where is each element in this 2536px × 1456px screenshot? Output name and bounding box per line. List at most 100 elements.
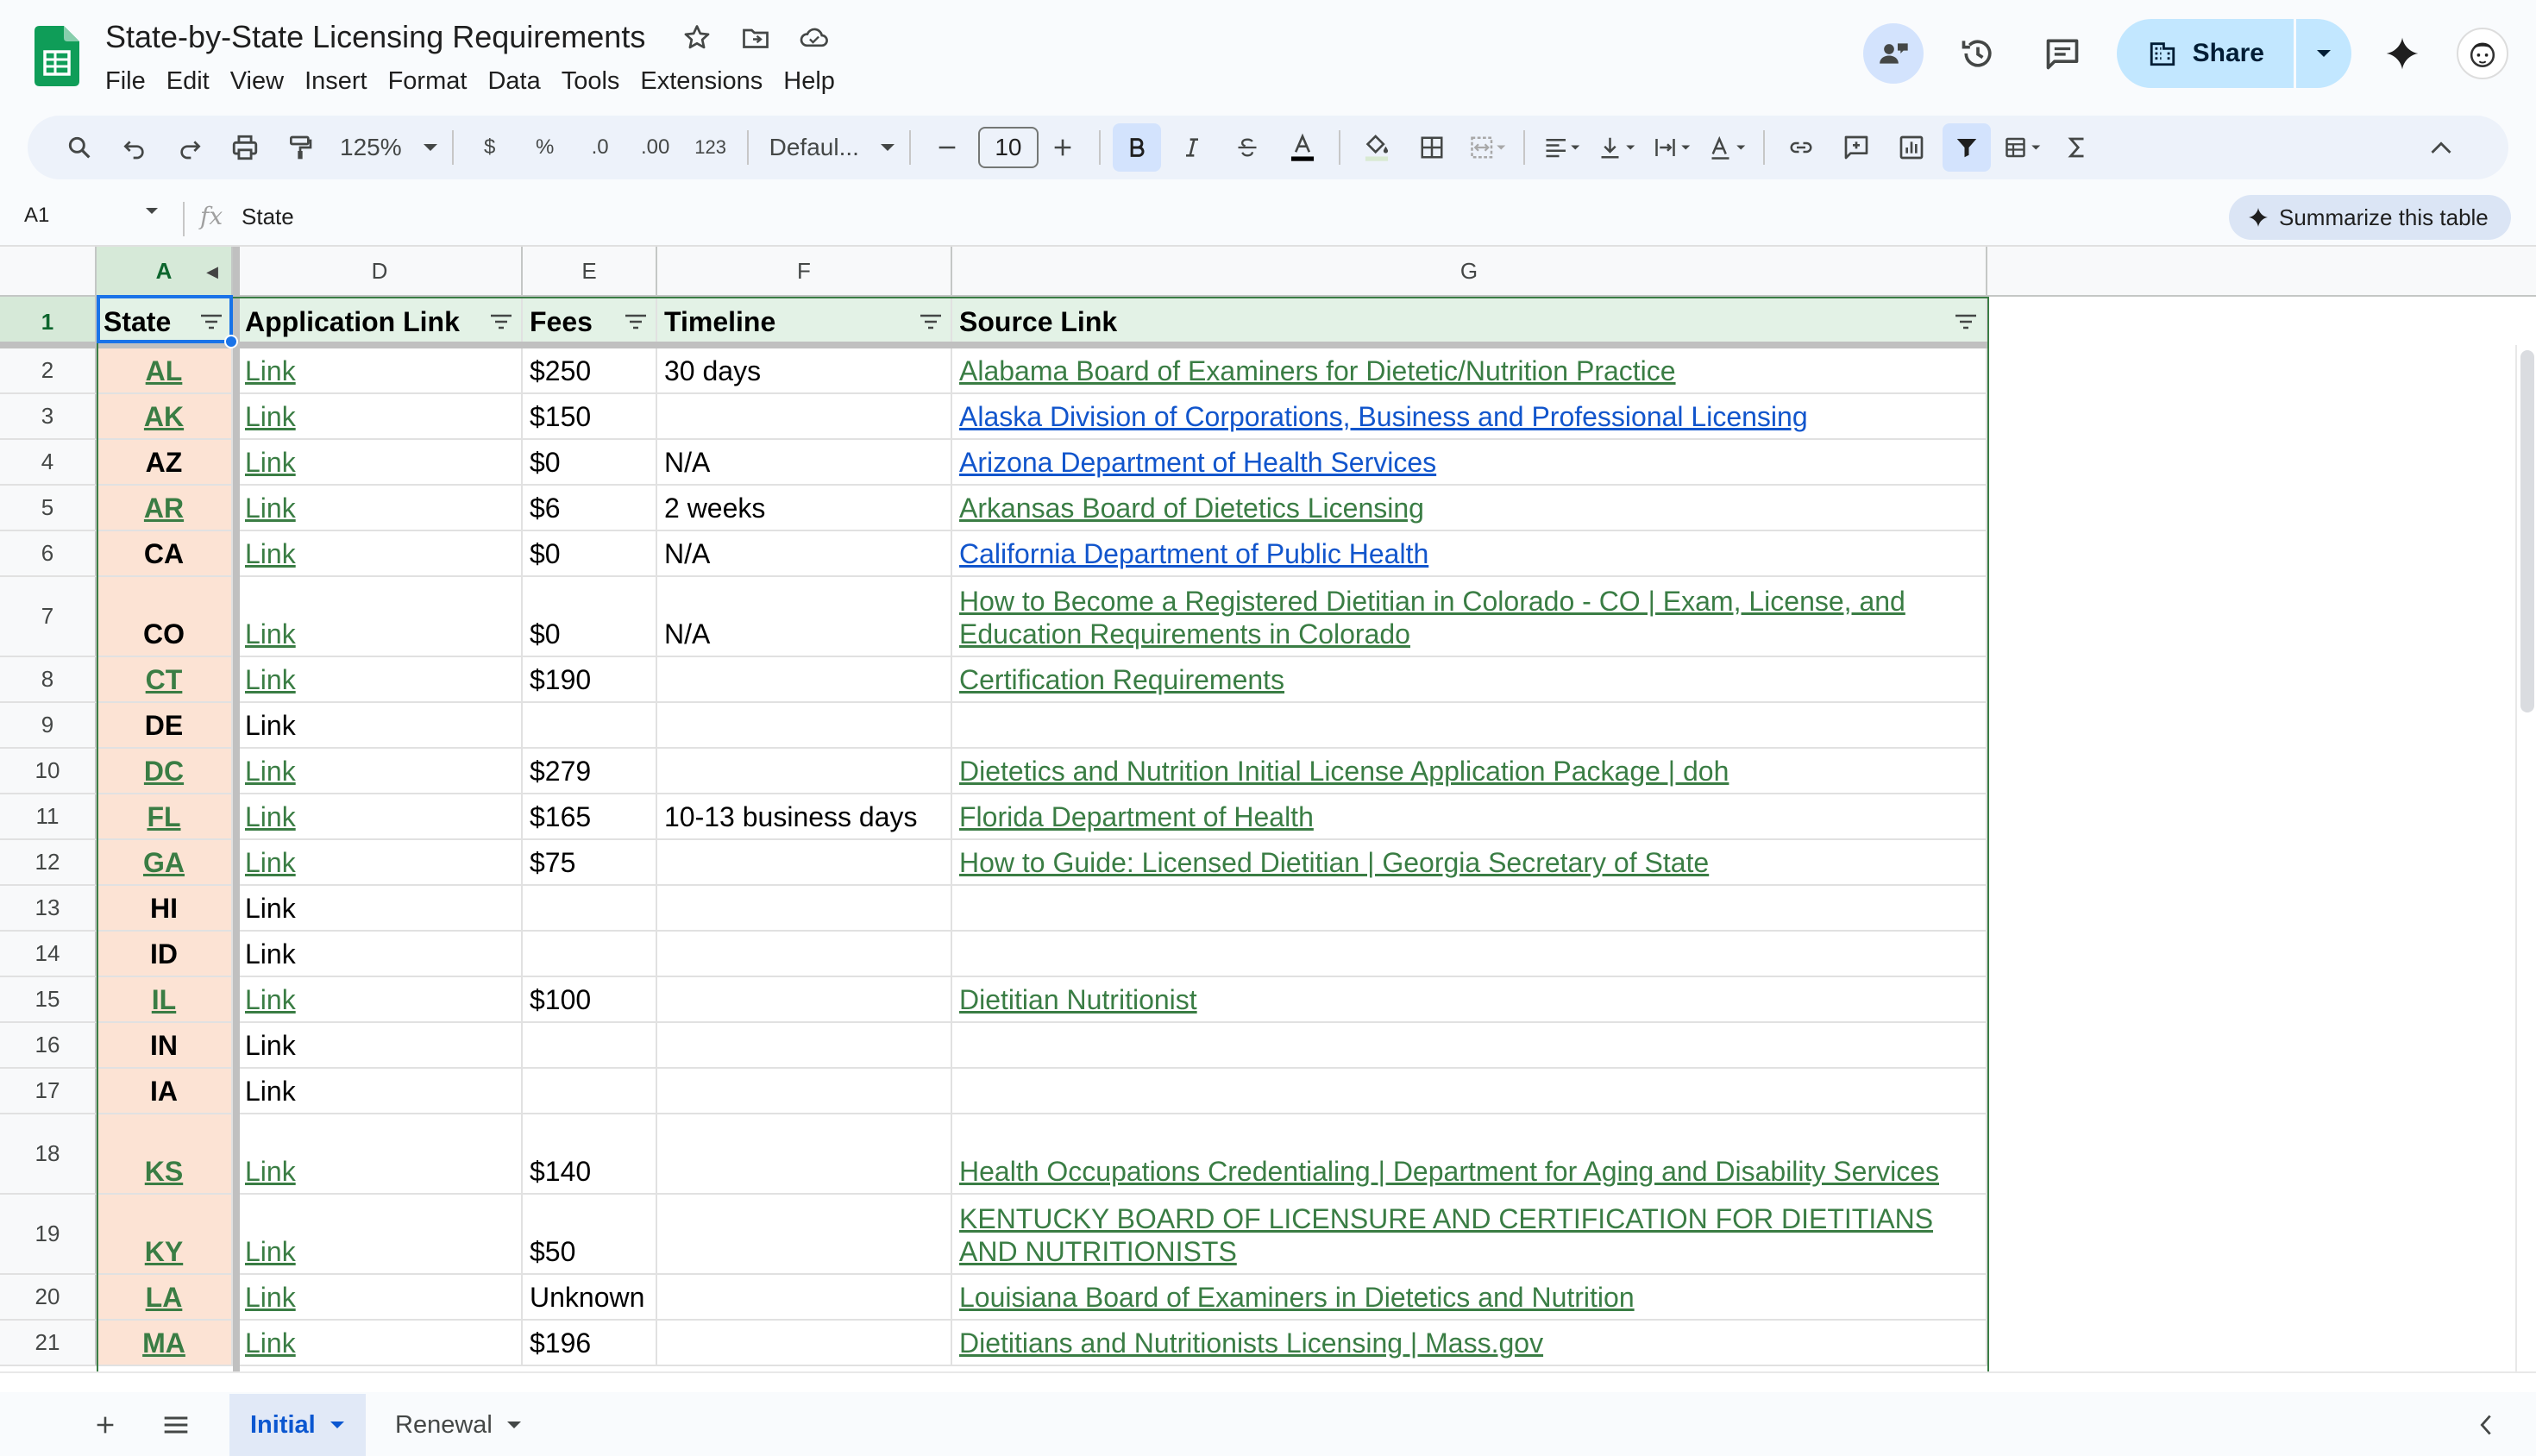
cell-source[interactable]: Alabama Board of Examiners for Dietetic/… (952, 348, 1987, 394)
cell-source[interactable]: Health Occupations Credentialing | Depar… (952, 1114, 1987, 1195)
source-link[interactable]: Louisiana Board of Examiners in Dietetic… (959, 1281, 1635, 1314)
cell-timeline[interactable] (657, 703, 952, 749)
cell-source[interactable] (952, 1023, 1987, 1069)
menu-help[interactable]: Help (773, 64, 845, 98)
fill-color-button[interactable] (1353, 123, 1401, 172)
cell-state[interactable]: MA (97, 1321, 233, 1366)
row-header[interactable]: 10 (0, 749, 97, 794)
cell-fees[interactable] (523, 932, 657, 977)
application-link[interactable]: Link (245, 618, 296, 650)
insert-link-button[interactable] (1777, 123, 1825, 172)
state-link[interactable]: KY (145, 1235, 183, 1268)
state-link[interactable]: IL (152, 983, 176, 1016)
application-link[interactable]: Link (245, 983, 296, 1016)
application-link[interactable]: Link (245, 1235, 296, 1268)
cell-timeline[interactable] (657, 1195, 952, 1275)
cell-app[interactable]: Link (238, 1023, 523, 1069)
spreadsheet-grid[interactable]: A ◀ ▶ D E F G 1StateApplication LinkFees… (0, 245, 2536, 1371)
application-link[interactable]: Link (245, 492, 296, 524)
cell-timeline[interactable] (657, 1069, 952, 1114)
state-link[interactable]: AR (144, 492, 184, 524)
cell-source[interactable]: Dietitian Nutritionist (952, 977, 1987, 1023)
cell-source[interactable]: Louisiana Board of Examiners in Dietetic… (952, 1275, 1987, 1321)
menu-tools[interactable]: Tools (551, 64, 631, 98)
horizontal-align-button[interactable] (1537, 123, 1585, 172)
cell-source[interactable]: Florida Department of Health (952, 794, 1987, 840)
sheets-logo-icon[interactable] (35, 26, 79, 86)
chevron-down-icon[interactable] (330, 1421, 345, 1429)
cell-fees[interactable] (523, 886, 657, 932)
cell-app[interactable]: Link (238, 1114, 523, 1195)
print-button[interactable] (221, 123, 269, 172)
cell-state[interactable]: DE (97, 703, 233, 749)
column-header-d[interactable]: D (238, 247, 523, 297)
cell-fees[interactable]: $140 (523, 1114, 657, 1195)
application-link[interactable]: Link (245, 355, 296, 387)
cell-state[interactable]: KY (97, 1195, 233, 1275)
text-wrapping-button[interactable] (1648, 123, 1696, 172)
cell-state[interactable]: HI (97, 886, 233, 932)
row-header[interactable]: 8 (0, 657, 97, 703)
document-title[interactable]: State-by-State Licensing Requirements (105, 19, 645, 55)
cell-timeline[interactable] (657, 840, 952, 886)
add-sheet-button[interactable] (88, 1408, 122, 1442)
header-cell-fees[interactable]: Fees (523, 297, 657, 348)
search-menus-button[interactable] (55, 123, 104, 172)
vertical-align-button[interactable] (1592, 123, 1641, 172)
cell-state[interactable]: CT (97, 657, 233, 703)
application-link[interactable]: Link (245, 1327, 296, 1359)
cell-app[interactable]: Link (238, 440, 523, 486)
row-header[interactable]: 19 (0, 1195, 97, 1275)
row-header[interactable]: 7 (0, 577, 97, 657)
cell-source[interactable]: How to Guide: Licensed Dietitian | Georg… (952, 840, 1987, 886)
percent-format-button[interactable]: % (521, 123, 569, 172)
cell-app[interactable]: Link (238, 486, 523, 531)
cell-state[interactable]: IL (97, 977, 233, 1023)
source-link[interactable]: Health Occupations Credentialing | Depar… (959, 1155, 1939, 1188)
column-header-f[interactable]: F (657, 247, 952, 297)
cell-fees[interactable]: $75 (523, 840, 657, 886)
hidden-columns-left-arrow[interactable]: ◀ (204, 247, 221, 297)
more-formats-button[interactable]: 123 (687, 123, 735, 172)
cell-timeline[interactable]: 10-13 business days (657, 794, 952, 840)
insert-chart-button[interactable] (1887, 123, 1936, 172)
cell-app[interactable]: Link (238, 1195, 523, 1275)
cell-state[interactable]: IA (97, 1069, 233, 1114)
hide-menus-button[interactable] (2417, 123, 2465, 172)
summarize-table-button[interactable]: Summarize this table (2229, 195, 2511, 240)
cell-fees[interactable]: Unknown (523, 1275, 657, 1321)
currency-format-button[interactable]: $ (466, 123, 514, 172)
state-link[interactable]: DC (144, 755, 184, 788)
borders-button[interactable] (1408, 123, 1456, 172)
cell-state[interactable]: KS (97, 1114, 233, 1195)
cell-fees[interactable]: $165 (523, 794, 657, 840)
header-cell-state[interactable]: State (97, 297, 233, 348)
cell-fees[interactable]: $0 (523, 531, 657, 577)
source-link[interactable]: California Department of Public Health (959, 537, 1428, 570)
cell-fees[interactable]: $279 (523, 749, 657, 794)
decrease-decimal-button[interactable]: .0 (576, 123, 625, 172)
comments-button[interactable] (2032, 23, 2093, 84)
redo-button[interactable] (166, 123, 214, 172)
cell-timeline[interactable] (657, 977, 952, 1023)
cell-app[interactable]: Link (238, 886, 523, 932)
cell-source[interactable]: KENTUCKY BOARD OF LICENSURE AND CERTIFIC… (952, 1195, 1987, 1275)
cell-state[interactable]: DC (97, 749, 233, 794)
state-link[interactable]: AK (144, 400, 184, 433)
cell-fees[interactable]: $0 (523, 440, 657, 486)
move-folder-icon[interactable] (738, 22, 773, 57)
column-freeze-divider[interactable] (233, 247, 240, 1371)
font-size-input[interactable]: 10 (977, 127, 1039, 168)
state-link[interactable]: CT (146, 663, 183, 696)
cell-app[interactable]: Link (238, 394, 523, 440)
cell-timeline[interactable]: 30 days (657, 348, 952, 394)
cell-app[interactable]: Link (238, 932, 523, 977)
filter-menu-icon[interactable] (1953, 311, 1979, 332)
row-header[interactable]: 4 (0, 440, 97, 486)
cell-state[interactable]: AZ (97, 440, 233, 486)
cell-app[interactable]: Link (238, 749, 523, 794)
text-rotation-button[interactable] (1703, 123, 1751, 172)
filter-menu-icon[interactable] (488, 311, 514, 332)
filter-menu-icon[interactable] (623, 311, 649, 332)
cell-app[interactable]: Link (238, 977, 523, 1023)
